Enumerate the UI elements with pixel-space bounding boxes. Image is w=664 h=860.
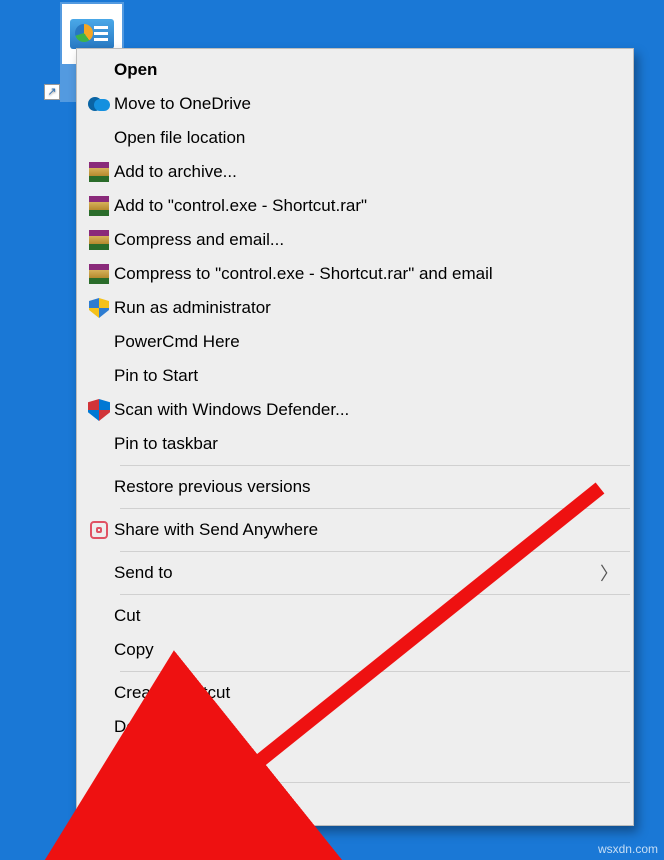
separator (120, 508, 630, 509)
menu-pin-to-taskbar-label: Pin to taskbar (114, 434, 618, 454)
control-panel-icon (70, 19, 114, 49)
menu-run-as-administrator[interactable]: Run as administrator (78, 291, 632, 325)
onedrive-icon (88, 97, 110, 111)
menu-compress-named-email-label: Compress to "control.exe - Shortcut.rar"… (114, 264, 618, 284)
menu-create-shortcut-label: Create shortcut (114, 683, 618, 703)
menu-cut-label: Cut (114, 606, 618, 626)
menu-properties-label: Properties (114, 794, 618, 814)
winrar-icon (89, 264, 109, 284)
menu-move-to-onedrive[interactable]: Move to OneDrive (78, 87, 632, 121)
menu-add-to-named-rar-label: Add to "control.exe - Shortcut.rar" (114, 196, 618, 216)
separator (120, 551, 630, 552)
menu-scan-defender[interactable]: Scan with Windows Defender... (78, 393, 632, 427)
shortcut-overlay-icon: ↗ (44, 84, 60, 100)
menu-restore-previous-versions[interactable]: Restore previous versions (78, 470, 632, 504)
menu-cut[interactable]: Cut (78, 599, 632, 633)
uac-shield-icon (89, 298, 109, 318)
winrar-icon (89, 162, 109, 182)
separator (120, 465, 630, 466)
menu-run-as-administrator-label: Run as administrator (114, 298, 618, 318)
separator (120, 594, 630, 595)
menu-create-shortcut[interactable]: Create shortcut (78, 676, 632, 710)
defender-shield-icon (88, 399, 110, 421)
separator (120, 782, 630, 783)
chevron-right-icon: 〉 (600, 560, 618, 586)
menu-powercmd-here[interactable]: PowerCmd Here (78, 325, 632, 359)
menu-powercmd-here-label: PowerCmd Here (114, 332, 618, 352)
menu-open[interactable]: Open (78, 53, 632, 87)
menu-add-to-named-rar[interactable]: Add to "control.exe - Shortcut.rar" (78, 189, 632, 223)
watermark: wsxdn.com (598, 842, 658, 856)
menu-rename-label: Rename (114, 751, 618, 771)
menu-open-label: Open (114, 60, 618, 80)
menu-restore-previous-versions-label: Restore previous versions (114, 477, 618, 497)
menu-add-to-archive[interactable]: Add to archive... (78, 155, 632, 189)
menu-open-file-location[interactable]: Open file location (78, 121, 632, 155)
menu-delete-label: Delete (114, 717, 618, 737)
menu-compress-email[interactable]: Compress and email... (78, 223, 632, 257)
menu-delete[interactable]: Delete (78, 710, 632, 744)
menu-open-file-location-label: Open file location (114, 128, 618, 148)
menu-copy[interactable]: Copy (78, 633, 632, 667)
menu-pin-to-start[interactable]: Pin to Start (78, 359, 632, 393)
menu-share-send-anywhere[interactable]: Share with Send Anywhere (78, 513, 632, 547)
send-anywhere-icon (90, 521, 108, 539)
menu-add-to-archive-label: Add to archive... (114, 162, 618, 182)
menu-compress-named-email[interactable]: Compress to "control.exe - Shortcut.rar"… (78, 257, 632, 291)
separator (120, 671, 630, 672)
menu-pin-to-start-label: Pin to Start (114, 366, 618, 386)
menu-send-to-label: Send to (114, 563, 600, 583)
winrar-icon (89, 230, 109, 250)
menu-scan-defender-label: Scan with Windows Defender... (114, 400, 618, 420)
menu-properties[interactable]: Properties (78, 787, 632, 821)
winrar-icon (89, 196, 109, 216)
menu-pin-to-taskbar[interactable]: Pin to taskbar (78, 427, 632, 461)
menu-move-to-onedrive-label: Move to OneDrive (114, 94, 618, 114)
context-menu: Open Move to OneDrive Open file location… (76, 48, 634, 826)
menu-share-send-anywhere-label: Share with Send Anywhere (114, 520, 618, 540)
menu-compress-email-label: Compress and email... (114, 230, 618, 250)
menu-rename[interactable]: Rename (78, 744, 632, 778)
menu-send-to[interactable]: Send to 〉 (78, 556, 632, 590)
menu-copy-label: Copy (114, 640, 618, 660)
